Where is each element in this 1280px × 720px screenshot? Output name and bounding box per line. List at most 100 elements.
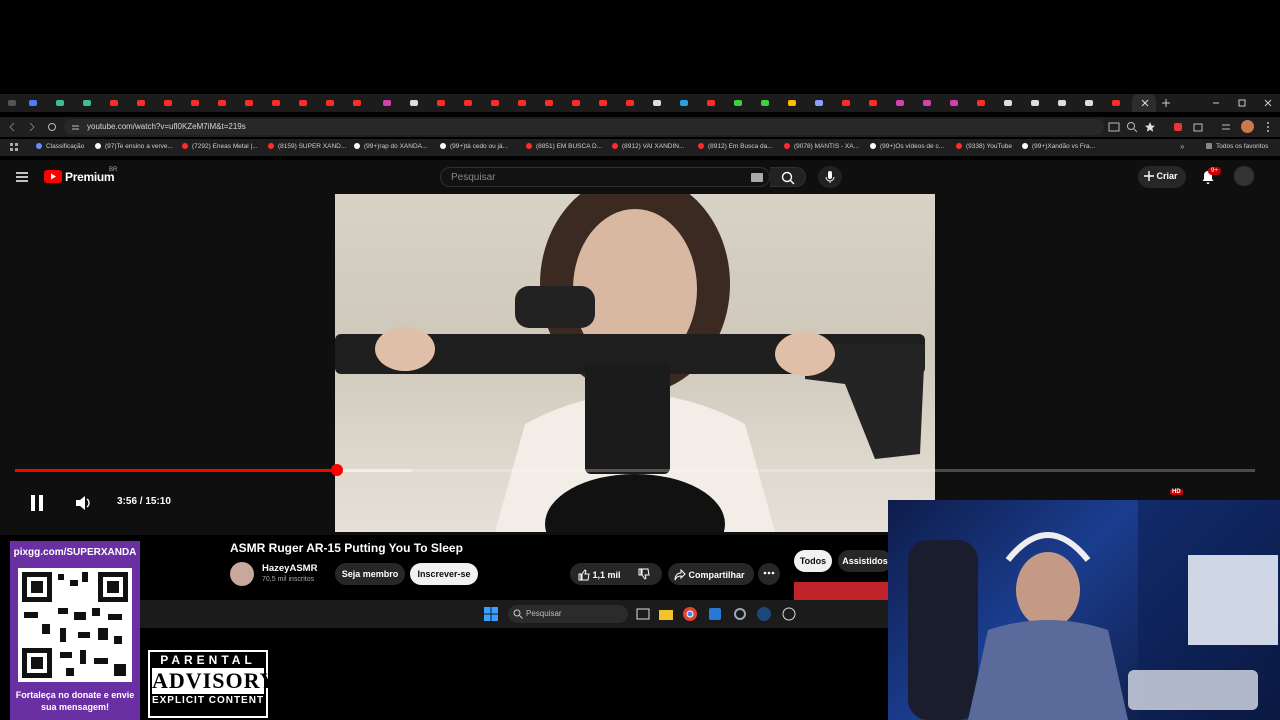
browser-tab[interactable]: [840, 97, 852, 109]
browser-tab[interactable]: [597, 97, 609, 109]
browser-tab[interactable]: [651, 97, 663, 109]
maximize-icon[interactable]: [1236, 97, 1248, 109]
like-count[interactable]: 1,1 mil: [593, 570, 621, 580]
zoom-icon[interactable]: [1126, 121, 1138, 133]
browser-tab[interactable]: [216, 97, 228, 109]
bookmark-item[interactable]: Classificação: [36, 143, 91, 150]
browser-tab[interactable]: [1110, 97, 1122, 109]
thumbs-down-icon[interactable]: [638, 568, 650, 580]
obs-app-icon[interactable]: [782, 607, 796, 621]
browser-tab[interactable]: [894, 97, 906, 109]
youtube-logo-text[interactable]: Premium: [65, 170, 115, 184]
browser-tab[interactable]: [27, 97, 39, 109]
bookmark-item[interactable]: (7292) Eneas Metal |...: [182, 143, 262, 150]
keyboard-icon[interactable]: [751, 173, 763, 182]
url-field[interactable]: youtube.com/watch?v=ufl0KZeM7iM&t=219s: [64, 119, 1104, 135]
browser-tab[interactable]: [948, 97, 960, 109]
bookmark-item[interactable]: (99+)Xandão vs Fra...: [1022, 143, 1102, 150]
more-bookmarks-icon[interactable]: »: [1180, 142, 1184, 151]
chip-all[interactable]: Todos: [794, 550, 832, 572]
settings-gear-icon[interactable]: [733, 607, 747, 621]
browser-tab[interactable]: [921, 97, 933, 109]
bookmark-item[interactable]: (9078) MANTIS - XA...: [784, 143, 864, 150]
join-button[interactable]: Seja membro: [335, 563, 405, 585]
forward-icon[interactable]: [26, 121, 38, 133]
bookmark-item[interactable]: (99+)rap do XANDÃ...: [354, 143, 434, 150]
search-input[interactable]: Pesquisar: [440, 167, 770, 187]
minimize-icon[interactable]: [1210, 97, 1222, 109]
bookmark-item[interactable]: (9338) YouTube: [956, 143, 1016, 150]
browser-tab[interactable]: [351, 97, 363, 109]
browser-tab[interactable]: [624, 97, 636, 109]
extensions-icon[interactable]: [1192, 121, 1204, 133]
browser-tab[interactable]: [543, 97, 555, 109]
menu-icon[interactable]: [1262, 121, 1274, 133]
bookmark-item[interactable]: (99+)Os vídeos de c...: [870, 143, 950, 150]
browser-tab[interactable]: [462, 97, 474, 109]
browser-tab[interactable]: [975, 97, 987, 109]
browser-tab[interactable]: [489, 97, 501, 109]
browser-tab[interactable]: [570, 97, 582, 109]
tab-search-icon[interactable]: [1220, 121, 1232, 133]
account-avatar[interactable]: [1234, 166, 1254, 186]
browser-tab[interactable]: [435, 97, 447, 109]
browser-tab[interactable]: [243, 97, 255, 109]
search-button[interactable]: [770, 167, 806, 187]
browser-tab[interactable]: [732, 97, 744, 109]
hamburger-menu-icon[interactable]: [15, 170, 29, 184]
bookmark-item[interactable]: (99+)tá cedo ou já...: [440, 143, 520, 150]
browser-tab[interactable]: [1002, 97, 1014, 109]
bookmark-item[interactable]: (8912) Em Busca da...: [698, 143, 778, 150]
bookmark-item[interactable]: (8851) EM BUSCA D...: [526, 143, 606, 150]
steam-icon[interactable]: [757, 607, 771, 621]
related-video-thumbnail[interactable]: [794, 582, 888, 600]
bookmark-item[interactable]: (8159) SUPER XAND...: [268, 143, 348, 150]
video-frame[interactable]: [335, 194, 935, 532]
bookmark-item[interactable]: (8912) VAI XANDIN...: [612, 143, 692, 150]
browser-tab[interactable]: [1056, 97, 1068, 109]
thumbs-up-icon[interactable]: [578, 569, 590, 581]
share-button[interactable]: Compartilhar: [668, 563, 754, 585]
site-info-icon[interactable]: [71, 123, 80, 132]
taskbar-search[interactable]: Pesquisar: [508, 605, 628, 623]
browser-tab[interactable]: [1029, 97, 1041, 109]
reload-icon[interactable]: [46, 121, 58, 133]
browser-tab[interactable]: [162, 97, 174, 109]
browser-tab[interactable]: [516, 97, 528, 109]
browser-tab[interactable]: [786, 97, 798, 109]
browser-tab[interactable]: [1083, 97, 1095, 109]
browser-tab[interactable]: [678, 97, 690, 109]
task-view-icon[interactable]: [636, 607, 650, 621]
chip-watched[interactable]: Assistidos: [838, 550, 892, 572]
browser-tab[interactable]: [297, 97, 309, 109]
back-icon[interactable]: [6, 121, 18, 133]
browser-tab[interactable]: [108, 97, 120, 109]
youtube-logo-icon[interactable]: [44, 170, 62, 183]
browser-tab[interactable]: [408, 97, 420, 109]
create-button[interactable]: Criar: [1138, 166, 1186, 188]
apps-grid-icon[interactable]: [10, 143, 19, 152]
chrome-icon[interactable]: [683, 607, 697, 621]
browser-tab[interactable]: [135, 97, 147, 109]
app-blue-icon[interactable]: [708, 607, 722, 621]
more-actions-button[interactable]: [758, 563, 780, 585]
browser-tab[interactable]: [324, 97, 336, 109]
subscribe-button[interactable]: Inscrever-se: [410, 563, 478, 585]
channel-avatar[interactable]: [230, 562, 254, 586]
browser-tab[interactable]: [813, 97, 825, 109]
browser-tab[interactable]: [270, 97, 282, 109]
browser-tab[interactable]: [54, 97, 66, 109]
extension-red-icon[interactable]: [1172, 121, 1184, 133]
profile-avatar[interactable]: [1241, 120, 1254, 133]
browser-tab[interactable]: [705, 97, 717, 109]
pause-icon[interactable]: [29, 494, 45, 512]
browser-tab[interactable]: [759, 97, 771, 109]
all-bookmarks-folder[interactable]: Todos os favoritos: [1206, 143, 1276, 150]
browser-tab[interactable]: [381, 97, 393, 109]
browser-tab[interactable]: [81, 97, 93, 109]
new-tab-icon[interactable]: [1160, 97, 1172, 109]
close-window-icon[interactable]: [1262, 97, 1274, 109]
file-explorer-icon[interactable]: [659, 607, 673, 621]
tab-list-button[interactable]: [6, 97, 18, 109]
browser-tab[interactable]: [189, 97, 201, 109]
